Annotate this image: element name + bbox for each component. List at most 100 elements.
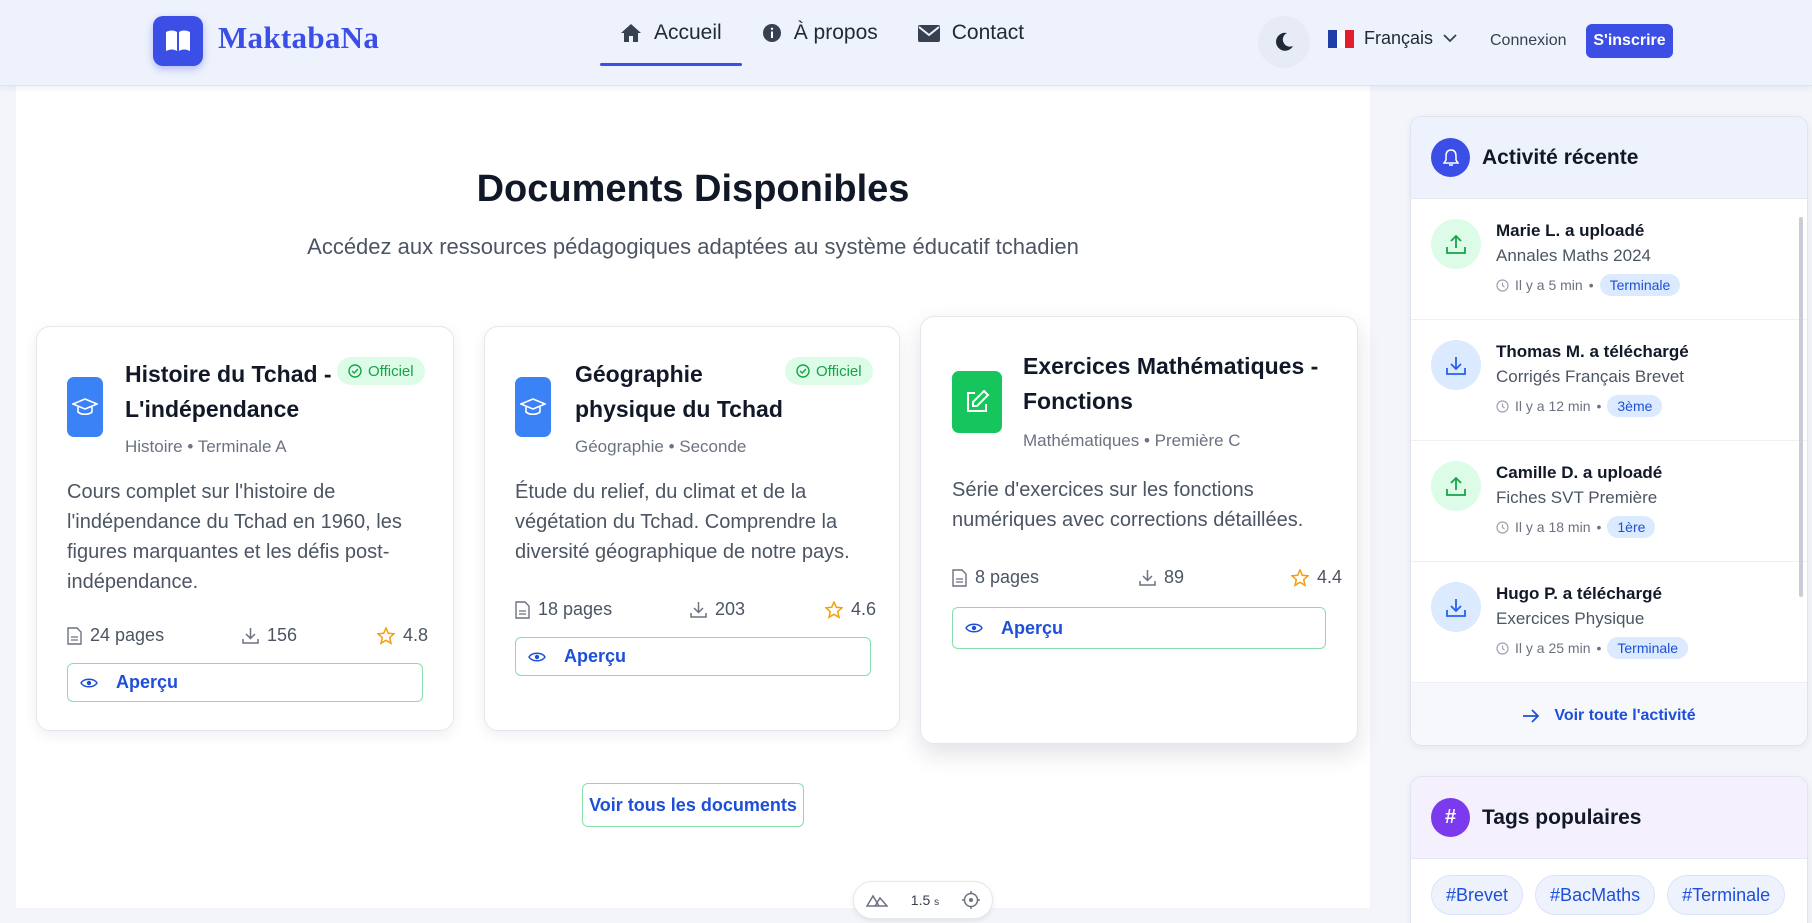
activity-meta: Il y a 12 min • 3ème	[1496, 395, 1663, 417]
activity-item[interactable]: Camille D. a uploadé Fiches SVT Première…	[1411, 441, 1807, 562]
tag-chip[interactable]: #BacMaths	[1535, 875, 1656, 915]
rating: 4.6	[825, 599, 876, 620]
activity-user: Thomas M. a téléchargé	[1496, 342, 1689, 361]
recent-activity-panel: Activité récente Marie L. a uploadé Anna…	[1410, 116, 1808, 746]
language-label: Français	[1364, 28, 1434, 48]
french-flag-icon	[1328, 29, 1355, 48]
activity-item[interactable]: Thomas M. a téléchargé Corrigés Français…	[1411, 320, 1807, 441]
nav-accueil[interactable]: Accueil	[600, 0, 742, 66]
file-icon	[67, 626, 82, 645]
level-tag[interactable]: Terminale	[1599, 274, 1681, 296]
chevron-down-icon	[1443, 34, 1457, 43]
file-icon	[952, 568, 967, 587]
main-nav: Accueil À propos Contact	[600, 0, 1044, 86]
page-title: Documents Disponibles	[476, 168, 910, 210]
nav-a-propos[interactable]: À propos	[742, 0, 898, 66]
dev-toolbar[interactable]: 1.5 s	[853, 881, 993, 919]
page-subtitle: Accédez aux ressources pédagogiques adap…	[307, 234, 1079, 259]
preview-button[interactable]: Aperçu	[952, 607, 1326, 649]
activity-user: Camille D. a uploadé	[1496, 463, 1663, 482]
nav-contact-label: Contact	[951, 21, 1025, 44]
page-count: 18 pages	[515, 599, 612, 620]
clock-icon	[1496, 399, 1509, 413]
star-icon	[377, 626, 395, 645]
nuxt-logo-icon	[865, 894, 888, 907]
activity-document: Fiches SVT Première	[1496, 488, 1658, 507]
download-icon	[242, 628, 259, 644]
activity-header: Activité récente	[1411, 117, 1807, 199]
edit-icon	[952, 371, 1002, 433]
info-icon	[762, 24, 781, 42]
download-count: 156	[242, 625, 297, 646]
clock-icon	[1496, 278, 1509, 292]
graduation-cap-icon	[67, 377, 103, 437]
nav-a-propos-label: À propos	[793, 21, 878, 44]
eye-icon	[965, 623, 983, 633]
popular-tags-panel: # Tags populaires #Brevet #BacMaths #Ter…	[1410, 776, 1808, 923]
documents-section: Documents Disponibles Accédez aux ressou…	[16, 86, 1370, 908]
check-circle-icon	[348, 364, 362, 378]
level-tag[interactable]: 1ère	[1607, 516, 1656, 538]
eye-icon	[80, 678, 98, 687]
language-selector[interactable]: Français	[1328, 28, 1457, 49]
home-icon	[621, 24, 641, 42]
nav-accueil-label: Accueil	[654, 21, 722, 44]
signup-button[interactable]: S'inscrire	[1586, 24, 1673, 58]
preview-button[interactable]: Aperçu	[67, 663, 423, 702]
preview-button[interactable]: Aperçu	[515, 637, 871, 676]
document-meta: Mathématiques • Première C	[1023, 431, 1241, 450]
file-icon	[515, 600, 530, 619]
download-count: 203	[690, 599, 745, 620]
brand-name[interactable]: MaktabaNa	[218, 20, 379, 56]
crosshair-icon	[962, 891, 981, 909]
tag-list: #Brevet #BacMaths #Terminale	[1411, 859, 1807, 923]
activity-item[interactable]: Hugo P. a téléchargé Exercices Physique …	[1411, 562, 1807, 683]
tags-header: # Tags populaires	[1411, 777, 1807, 859]
mail-icon	[917, 24, 940, 42]
document-title[interactable]: Géographie physique du Tchad	[575, 357, 795, 427]
activity-user: Marie L. a uploadé	[1496, 221, 1645, 240]
hash-icon: #	[1431, 798, 1470, 837]
activity-item[interactable]: Marie L. a uploadé Annales Maths 2024 Il…	[1411, 199, 1807, 320]
upload-icon	[1431, 461, 1481, 511]
activity-scrollbar[interactable]	[1799, 217, 1803, 597]
graduation-cap-icon	[515, 377, 551, 437]
tag-chip[interactable]: #Terminale	[1667, 875, 1786, 915]
nav-contact[interactable]: Contact	[898, 0, 1044, 66]
dark-mode-toggle[interactable]	[1258, 16, 1310, 68]
download-icon	[690, 602, 707, 618]
top-navbar: MaktabaNa Accueil À propos Contact Franç…	[0, 0, 1812, 86]
upload-icon	[1431, 219, 1481, 269]
activity-user: Hugo P. a téléchargé	[1496, 584, 1662, 603]
document-card[interactable]: Géographie physique du Tchad Officiel Géo…	[484, 326, 900, 731]
download-count: 89	[1139, 567, 1184, 588]
rating: 4.4	[1291, 567, 1342, 588]
logo-book-icon[interactable]	[153, 16, 203, 66]
document-description: Série d'exercices sur les fonctions numér…	[952, 479, 1304, 531]
document-card[interactable]: Histoire du Tchad - L'indépendance Offici…	[36, 326, 454, 731]
level-tag[interactable]: 3ème	[1607, 395, 1663, 417]
tag-chip[interactable]: #Brevet	[1431, 875, 1524, 915]
view-all-activity-link[interactable]: Voir toute l'activité	[1411, 683, 1807, 745]
download-icon	[1431, 340, 1481, 390]
official-badge: Officiel	[337, 357, 425, 385]
document-meta: Histoire • Terminale A	[125, 437, 287, 456]
level-tag[interactable]: Terminale	[1607, 637, 1689, 659]
activity-meta: Il y a 25 min • Terminale	[1496, 637, 1689, 659]
render-time: 1.5 s	[910, 892, 940, 908]
document-title[interactable]: Exercices Mathématiques - Fonctions	[1023, 349, 1343, 419]
activity-document: Exercices Physique	[1496, 609, 1645, 628]
rating: 4.8	[377, 625, 428, 646]
activity-document: Corrigés Français Brevet	[1496, 367, 1685, 386]
page-count: 24 pages	[67, 625, 164, 646]
clock-icon	[1496, 641, 1509, 655]
star-icon	[825, 600, 843, 619]
document-description: Étude du relief, du climat et de la végét…	[515, 481, 850, 563]
document-title[interactable]: Histoire du Tchad - L'indépendance	[125, 357, 335, 427]
view-all-documents-button[interactable]: Voir tous les documents	[582, 783, 804, 827]
document-card[interactable]: Exercices Mathématiques - Fonctions Mathé…	[920, 316, 1358, 744]
activity-document: Annales Maths 2024	[1496, 246, 1651, 265]
check-circle-icon	[796, 364, 810, 378]
login-link[interactable]: Connexion	[1490, 32, 1567, 50]
clock-icon	[1496, 520, 1509, 534]
